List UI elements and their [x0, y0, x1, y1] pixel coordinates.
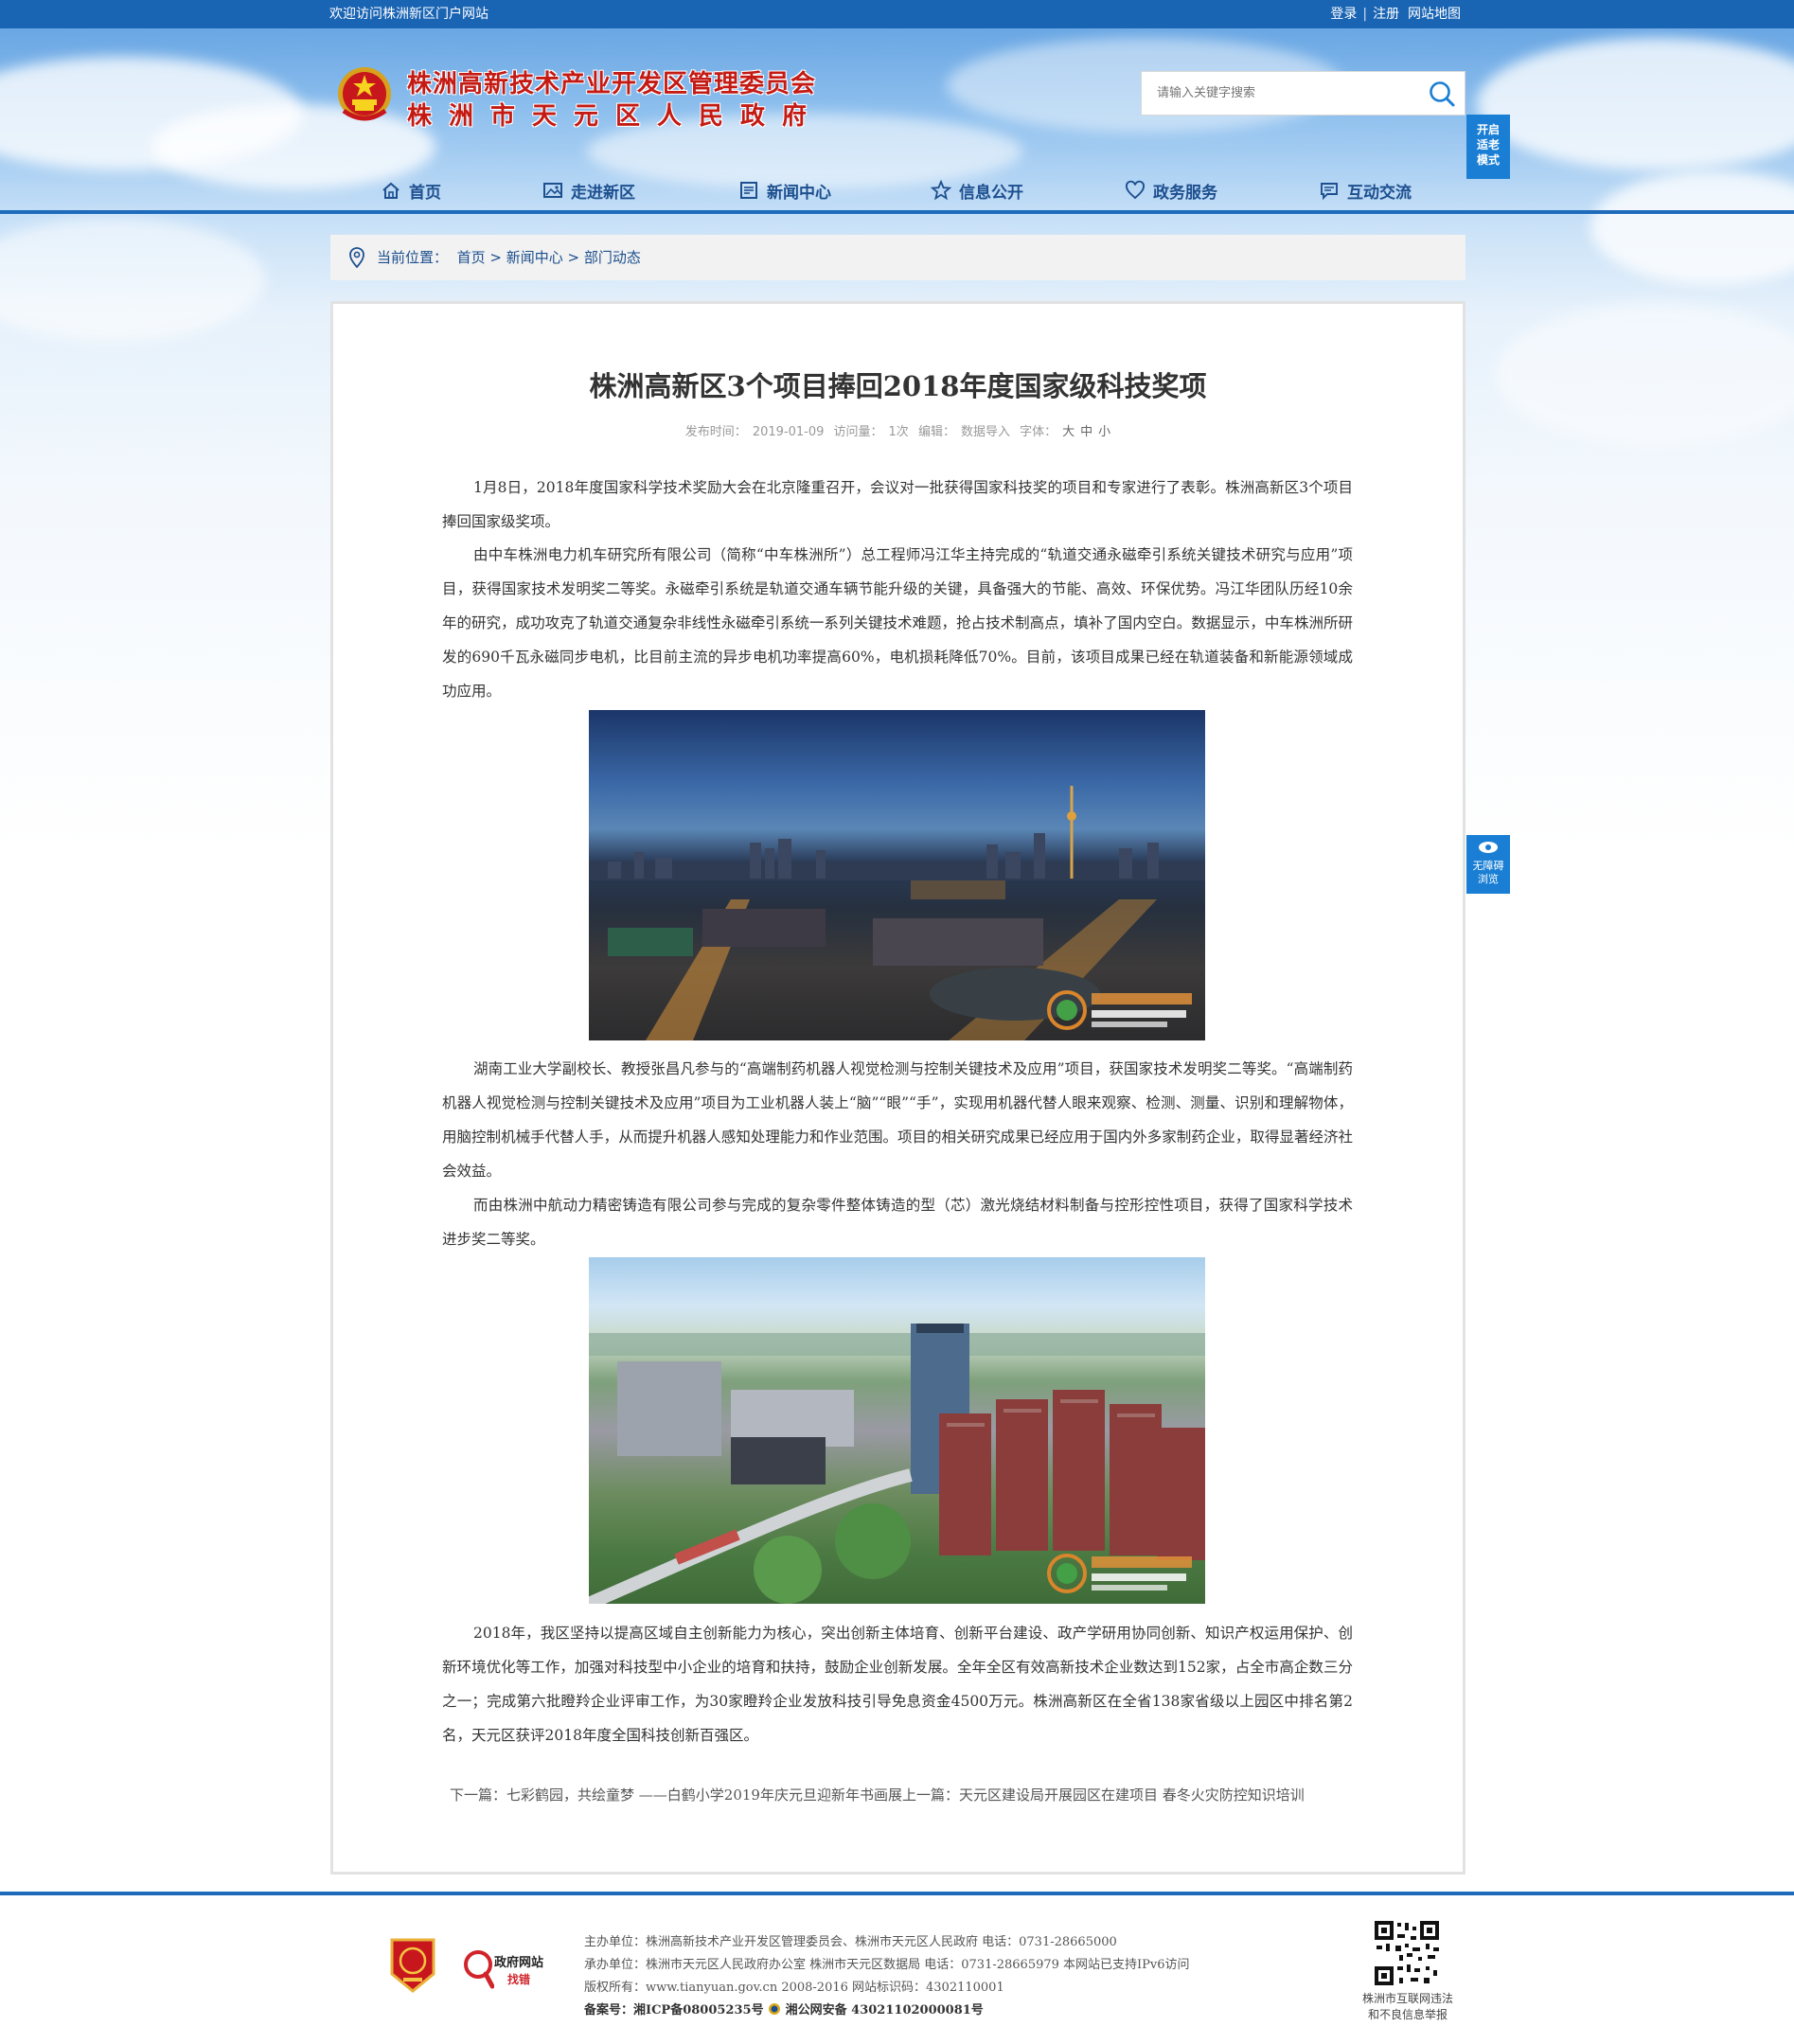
elder-mode-button[interactable]: 开启适老模式: [1466, 115, 1510, 179]
nav-item-services[interactable]: 政务服务: [1125, 176, 1217, 204]
nav-item-interaction[interactable]: 互动交流: [1319, 176, 1412, 204]
nav-label: 新闻中心: [767, 183, 831, 203]
article-paragraph: 1月8日，2018年度国家科学技术奖励大会在北京隆重召开，会议对一批获得国家科技…: [442, 479, 1353, 530]
police-record-link[interactable]: 湘公网安备 43021102000081号: [786, 2003, 984, 2017]
news-icon: [740, 182, 757, 199]
watermark-logo-icon: [1047, 990, 1192, 1030]
breadcrumb-prefix: 当前位置：: [377, 249, 449, 266]
published-date: 2019-01-09: [752, 425, 825, 439]
visits-label: 访问量：: [833, 425, 883, 439]
eye-icon: [1479, 842, 1498, 853]
editor-name: 数据导入: [960, 425, 1010, 439]
article-paragraph: 湖南工业大学副校长、教授张昌凡参与的“高端制药机器人视觉检测与控制关键技术及应用…: [442, 1060, 1353, 1180]
gov-badge-line1: 政府网站: [494, 1956, 544, 1970]
search-box: [1141, 71, 1465, 116]
article-paragraph: 由中车株洲电力机车研究所有限公司（简称“中车株洲所”）总工程师冯江华主持完成的“…: [442, 546, 1353, 700]
picture-icon: [543, 183, 562, 198]
editor-label: 编辑：: [917, 425, 955, 439]
accessibility-label: 无障碍浏览: [1472, 860, 1504, 885]
nav-item-news[interactable]: 新闻中心: [738, 176, 831, 204]
site-title-line1[interactable]: 株洲高新技术产业开发区管理委员会: [407, 64, 816, 99]
top-links: 登录 | 注册 网站地图: [1330, 0, 1461, 28]
top-bar: 欢迎访问株洲新区门户网站 登录 | 注册 网站地图: [0, 0, 1794, 28]
separator: |: [1362, 7, 1368, 22]
chat-icon: [1321, 183, 1338, 201]
welcome-text: 欢迎访问株洲新区门户网站: [329, 7, 488, 22]
footer-info: 主办单位：株洲高新技术产业开发区管理委员会、株洲市天元区人民政府 电话：0731…: [584, 1931, 1190, 2022]
site-title-line2[interactable]: 株洲市天元区人民政府: [407, 97, 824, 132]
nav-label: 首页: [409, 183, 441, 203]
sky-cloud: [1477, 38, 1794, 170]
main-nav: 首页 走进新区 新闻中心 信息公开 政务服务 互动交流: [377, 176, 1465, 204]
sky-cloud: [1496, 303, 1794, 445]
qr-caption-line1: 株洲市互联网违法: [1361, 1992, 1453, 2005]
gov-website-error-badge[interactable]: 政府网站 找错: [462, 1948, 557, 1992]
nav-item-about[interactable]: 走进新区: [542, 176, 635, 204]
footer-host: 主办单位：株洲高新技术产业开发区管理委员会、株洲市天元区人民政府 电话：0731…: [584, 1935, 1117, 1949]
font-label: 字体：: [1020, 425, 1057, 439]
search-input[interactable]: [1142, 72, 1416, 115]
breadcrumb-path: 当前位置： 首页 > 新闻中心 > 部门动态: [377, 235, 641, 280]
breadcrumb-department[interactable]: 部门动态: [584, 249, 641, 266]
watermark-logo-icon: [1047, 1554, 1192, 1593]
article-meta: 发布时间： 2019-01-09 访问量： 1次 编辑： 数据导入 字体： 大中小: [330, 421, 1465, 439]
search-icon[interactable]: [1427, 80, 1457, 108]
police-badge-icon: [769, 2003, 781, 2015]
visit-count: 1次: [888, 425, 909, 439]
footer-organizer: 承办单位：株洲市天元区人民政府办公室 株洲市天元区数据局 电话：0731-286…: [584, 1958, 1190, 1972]
nav-item-home[interactable]: 首页: [381, 176, 441, 204]
party-organ-badge-icon[interactable]: [388, 1936, 437, 1995]
nav-label: 政务服务: [1153, 183, 1217, 203]
location-pin-icon: [349, 247, 364, 268]
sky-cloud: [0, 218, 265, 341]
font-size-large[interactable]: 大: [1062, 425, 1075, 439]
breadcrumb-home[interactable]: 首页: [457, 249, 486, 266]
gov-badge-line2: 找错: [507, 1973, 531, 1986]
article-paragraph: 而由株洲中航动力精密铸造有限公司参与完成的复杂零件整体铸造的型（芯）激光烧结材料…: [442, 1197, 1353, 1248]
footer-copyright: 版权所有：www.tianyuan.gov.cn 2008-2016 网站标识码…: [584, 1981, 1004, 1995]
breadcrumb-separator: >: [567, 249, 580, 266]
font-size-medium[interactable]: 中: [1080, 425, 1092, 439]
magnifier-icon: [464, 1950, 494, 1989]
prev-next-links[interactable]: 下一篇：七彩鹤园，共绘童梦 ——白鹤小学2019年庆元旦迎新年书画展上一篇：天元…: [450, 1785, 1357, 1804]
article-image-aerial-view: [589, 1257, 1205, 1604]
register-link[interactable]: 注册: [1373, 7, 1399, 22]
login-link[interactable]: 登录: [1330, 7, 1357, 22]
national-emblem-icon[interactable]: [336, 63, 393, 126]
nav-label: 互动交流: [1347, 183, 1412, 203]
article-paragraph: 2018年，我区坚持以提高区域自主创新能力为核心，突出创新主体培育、创新平台建设…: [442, 1625, 1353, 1744]
article-image-night-view: [589, 710, 1205, 1040]
published-label: 发布时间：: [684, 425, 747, 439]
qr-caption: 株洲市互联网违法 和不良信息举报: [1349, 1991, 1466, 2023]
article-title: 株洲高新区3个项目捧回2018年度国家级科技奖项: [589, 370, 1207, 402]
breadcrumb: 当前位置： 首页 > 新闻中心 > 部门动态: [330, 235, 1465, 280]
sky-cloud: [1590, 170, 1794, 284]
nav-label: 走进新区: [571, 183, 635, 203]
icp-record-link[interactable]: 备案号：湘ICP备08005235号: [584, 2003, 764, 2017]
nav-label: 信息公开: [959, 183, 1023, 203]
font-size-small[interactable]: 小: [1098, 425, 1110, 439]
qr-code-icon[interactable]: [1373, 1919, 1441, 1987]
breadcrumb-news[interactable]: 新闻中心: [506, 249, 563, 266]
star-icon: [931, 180, 951, 201]
home-icon: [382, 182, 400, 199]
nav-divider: [0, 210, 1794, 214]
qr-caption-line2: 和不良信息举报: [1367, 2008, 1448, 2021]
breadcrumb-separator: >: [489, 249, 502, 266]
accessibility-button[interactable]: 无障碍浏览: [1466, 835, 1510, 894]
sitemap-link[interactable]: 网站地图: [1408, 7, 1461, 22]
heart-icon: [1126, 180, 1145, 200]
nav-item-info[interactable]: 信息公开: [931, 176, 1023, 204]
footer-record: 备案号：湘ICP备08005235号 湘公网安备 43021102000081号: [584, 2000, 1190, 2022]
